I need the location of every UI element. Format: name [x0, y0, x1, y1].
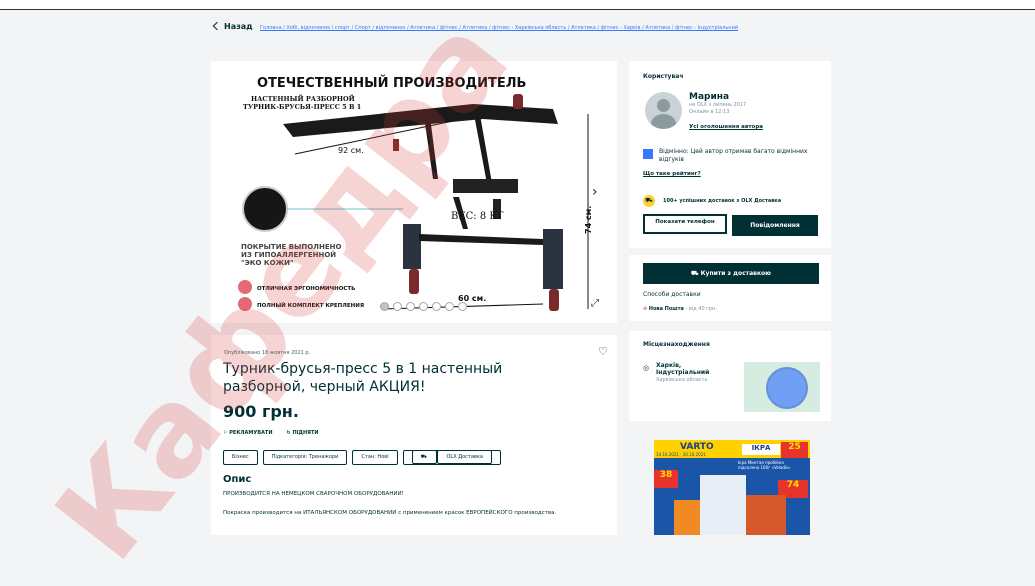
posted-date: Опубліковано 18 жовтня 2021 р.	[224, 350, 311, 356]
location-heading: Місцезнаходження	[643, 341, 710, 348]
back-link[interactable]: Назад	[212, 21, 253, 31]
description-line-1: ПРОИЗВОДИТСЯ НА НЕМЕЦКОМ СВАРОЧНОМ ОБОРУ…	[223, 491, 404, 497]
rating-text: Відмінно: Цей автор отримав багато відмі…	[659, 148, 808, 163]
product-photo[interactable]: ОТЕЧЕСТВЕННЫЙ ПРОИЗВОДИТЕЛЬ НАСТЕННЫЙ РА…	[223, 69, 601, 314]
banner-title: ОТЕЧЕСТВЕННЫЙ ПРОИЗВОДИТЕЛЬ	[257, 75, 526, 91]
tag-business[interactable]: Бізнес	[223, 450, 258, 465]
expand-icon[interactable]: ⤢	[591, 298, 599, 309]
shipping-option: ✣ Нова Пошта - від 40 грн.	[643, 306, 717, 312]
location-region: Харківська область	[656, 377, 708, 383]
chevron-right-icon[interactable]: ›	[592, 184, 598, 200]
advert-dates: 14.10.2021 - 20.10.2021	[656, 452, 706, 457]
svg-text:"ЭКО КОЖИ": "ЭКО КОЖИ"	[241, 259, 294, 267]
carousel-dot[interactable]	[458, 302, 467, 311]
advert-price-1: 25	[781, 442, 808, 458]
banner-sub2: ТУРНИК-БРУСЬЯ-ПРЕСС 5 В 1	[243, 103, 361, 111]
user-name[interactable]: Марина	[689, 92, 729, 102]
carousel-dot[interactable]	[419, 302, 428, 311]
truck-icon: ⛟	[411, 450, 438, 464]
tag-list: Бізнес Підкатегорія: Тренажори Стан: Нов…	[223, 450, 501, 465]
advert-price-2: 38	[654, 470, 678, 488]
advert-product-box	[700, 475, 746, 535]
heart-icon[interactable]: ♡	[598, 345, 608, 358]
map-area-circle	[766, 367, 808, 409]
rating-link[interactable]: Що таке рейтинг?	[643, 171, 701, 177]
user-heading: Користувач	[643, 73, 684, 80]
user-meta: на OLX з липень 2017 Онлайн в 12:13	[689, 102, 747, 115]
show-phone-button[interactable]: Показати телефон	[643, 214, 727, 234]
carousel-dot[interactable]	[432, 302, 441, 311]
listing-title: Турник-брусья-пресс 5 в 1 настенный разб…	[223, 361, 503, 395]
tag-condition[interactable]: Стан: Нові	[352, 450, 398, 465]
feature-2: ПОЛНЫЙ КОМПЛЕКТ КРЕПЛЕНИЯ	[257, 301, 364, 309]
svg-text:ИЗ ГИПОАЛЛЕРГЕННОЙ: ИЗ ГИПОАЛЛЕРГЕННОЙ	[241, 250, 336, 259]
svg-text:ПОКРЫТИЕ ВЫПОЛНЕНО: ПОКРЫТИЕ ВЫПОЛНЕНО	[241, 243, 341, 251]
feature-1: ОТЛИЧНАЯ ЭРГОНОМИЧНОСТЬ	[257, 286, 355, 292]
tag-olx-delivery[interactable]: ⛟ OLX Доставка	[402, 450, 501, 465]
advert-product: ІКРА	[742, 444, 780, 455]
weight-label: ВЕС: 8 КГ	[451, 211, 504, 222]
banner-sub1: НАСТЕННЫЙ РАЗБОРНОЙ	[251, 93, 355, 103]
carousel-dot[interactable]	[445, 302, 454, 311]
location-pin-icon: ◎	[643, 364, 650, 372]
carousel-dot[interactable]	[380, 302, 389, 311]
buy-with-delivery-button[interactable]: ⛟ Купити з доставкою	[643, 263, 819, 284]
description-heading: Опис	[223, 474, 252, 485]
dim-92: 92 см.	[338, 146, 364, 155]
listing-actions: ⚐ РЕКЛАМУВАТИ ↻ ПІДНЯТИ	[223, 430, 319, 436]
photo-card: ОТЕЧЕСТВЕННЫЙ ПРОИЗВОДИТЕЛЬ НАСТЕННЫЙ РА…	[211, 61, 617, 323]
carousel-dots[interactable]	[380, 302, 467, 311]
location-map[interactable]	[744, 362, 820, 412]
shipping-heading: Способи доставки	[643, 291, 701, 298]
advert-note: Ікра Минтая пробійна підсолена 100г «Vel…	[738, 460, 791, 470]
truck-icon: ⛟	[690, 270, 701, 277]
carousel-dot[interactable]	[393, 302, 402, 311]
message-button[interactable]: Повідомлення	[732, 215, 818, 236]
all-ads-link[interactable]: Усі оголошення автора	[689, 124, 763, 130]
chevron-left-icon	[212, 21, 222, 31]
tag-subcategory[interactable]: Підкатегорія: Тренажори	[262, 450, 348, 465]
location-city: Харків, Індустріальний	[656, 362, 710, 376]
avatar[interactable]	[645, 92, 682, 129]
listing-price: 900 грн.	[223, 402, 299, 421]
top-bar	[0, 0, 1035, 10]
dim-74: 74 см.	[584, 206, 593, 234]
advert-brand: VARTO	[680, 442, 714, 452]
description-line-2: Покраска производится на ИТАЛЬЯНСКОМ ОБО…	[223, 510, 557, 516]
promote-button[interactable]: ⚐ РЕКЛАМУВАТИ	[223, 430, 273, 436]
advert-banner[interactable]: VARTO 14.10.2021 - 20.10.2021 ІКРА 25 Ік…	[654, 440, 810, 535]
delivery-count: 100+ успішних доставок з OLX Доставка	[663, 198, 782, 204]
advert-product-pack	[746, 495, 786, 535]
breadcrumb[interactable]: Головна / Хобі, відпочинок і спорт / Спо…	[260, 25, 738, 31]
delivery-icon: ⛟	[643, 195, 655, 207]
rating-icon	[643, 149, 653, 159]
carousel-dot[interactable]	[406, 302, 415, 311]
raise-button[interactable]: ↻ ПІДНЯТИ	[287, 430, 319, 436]
